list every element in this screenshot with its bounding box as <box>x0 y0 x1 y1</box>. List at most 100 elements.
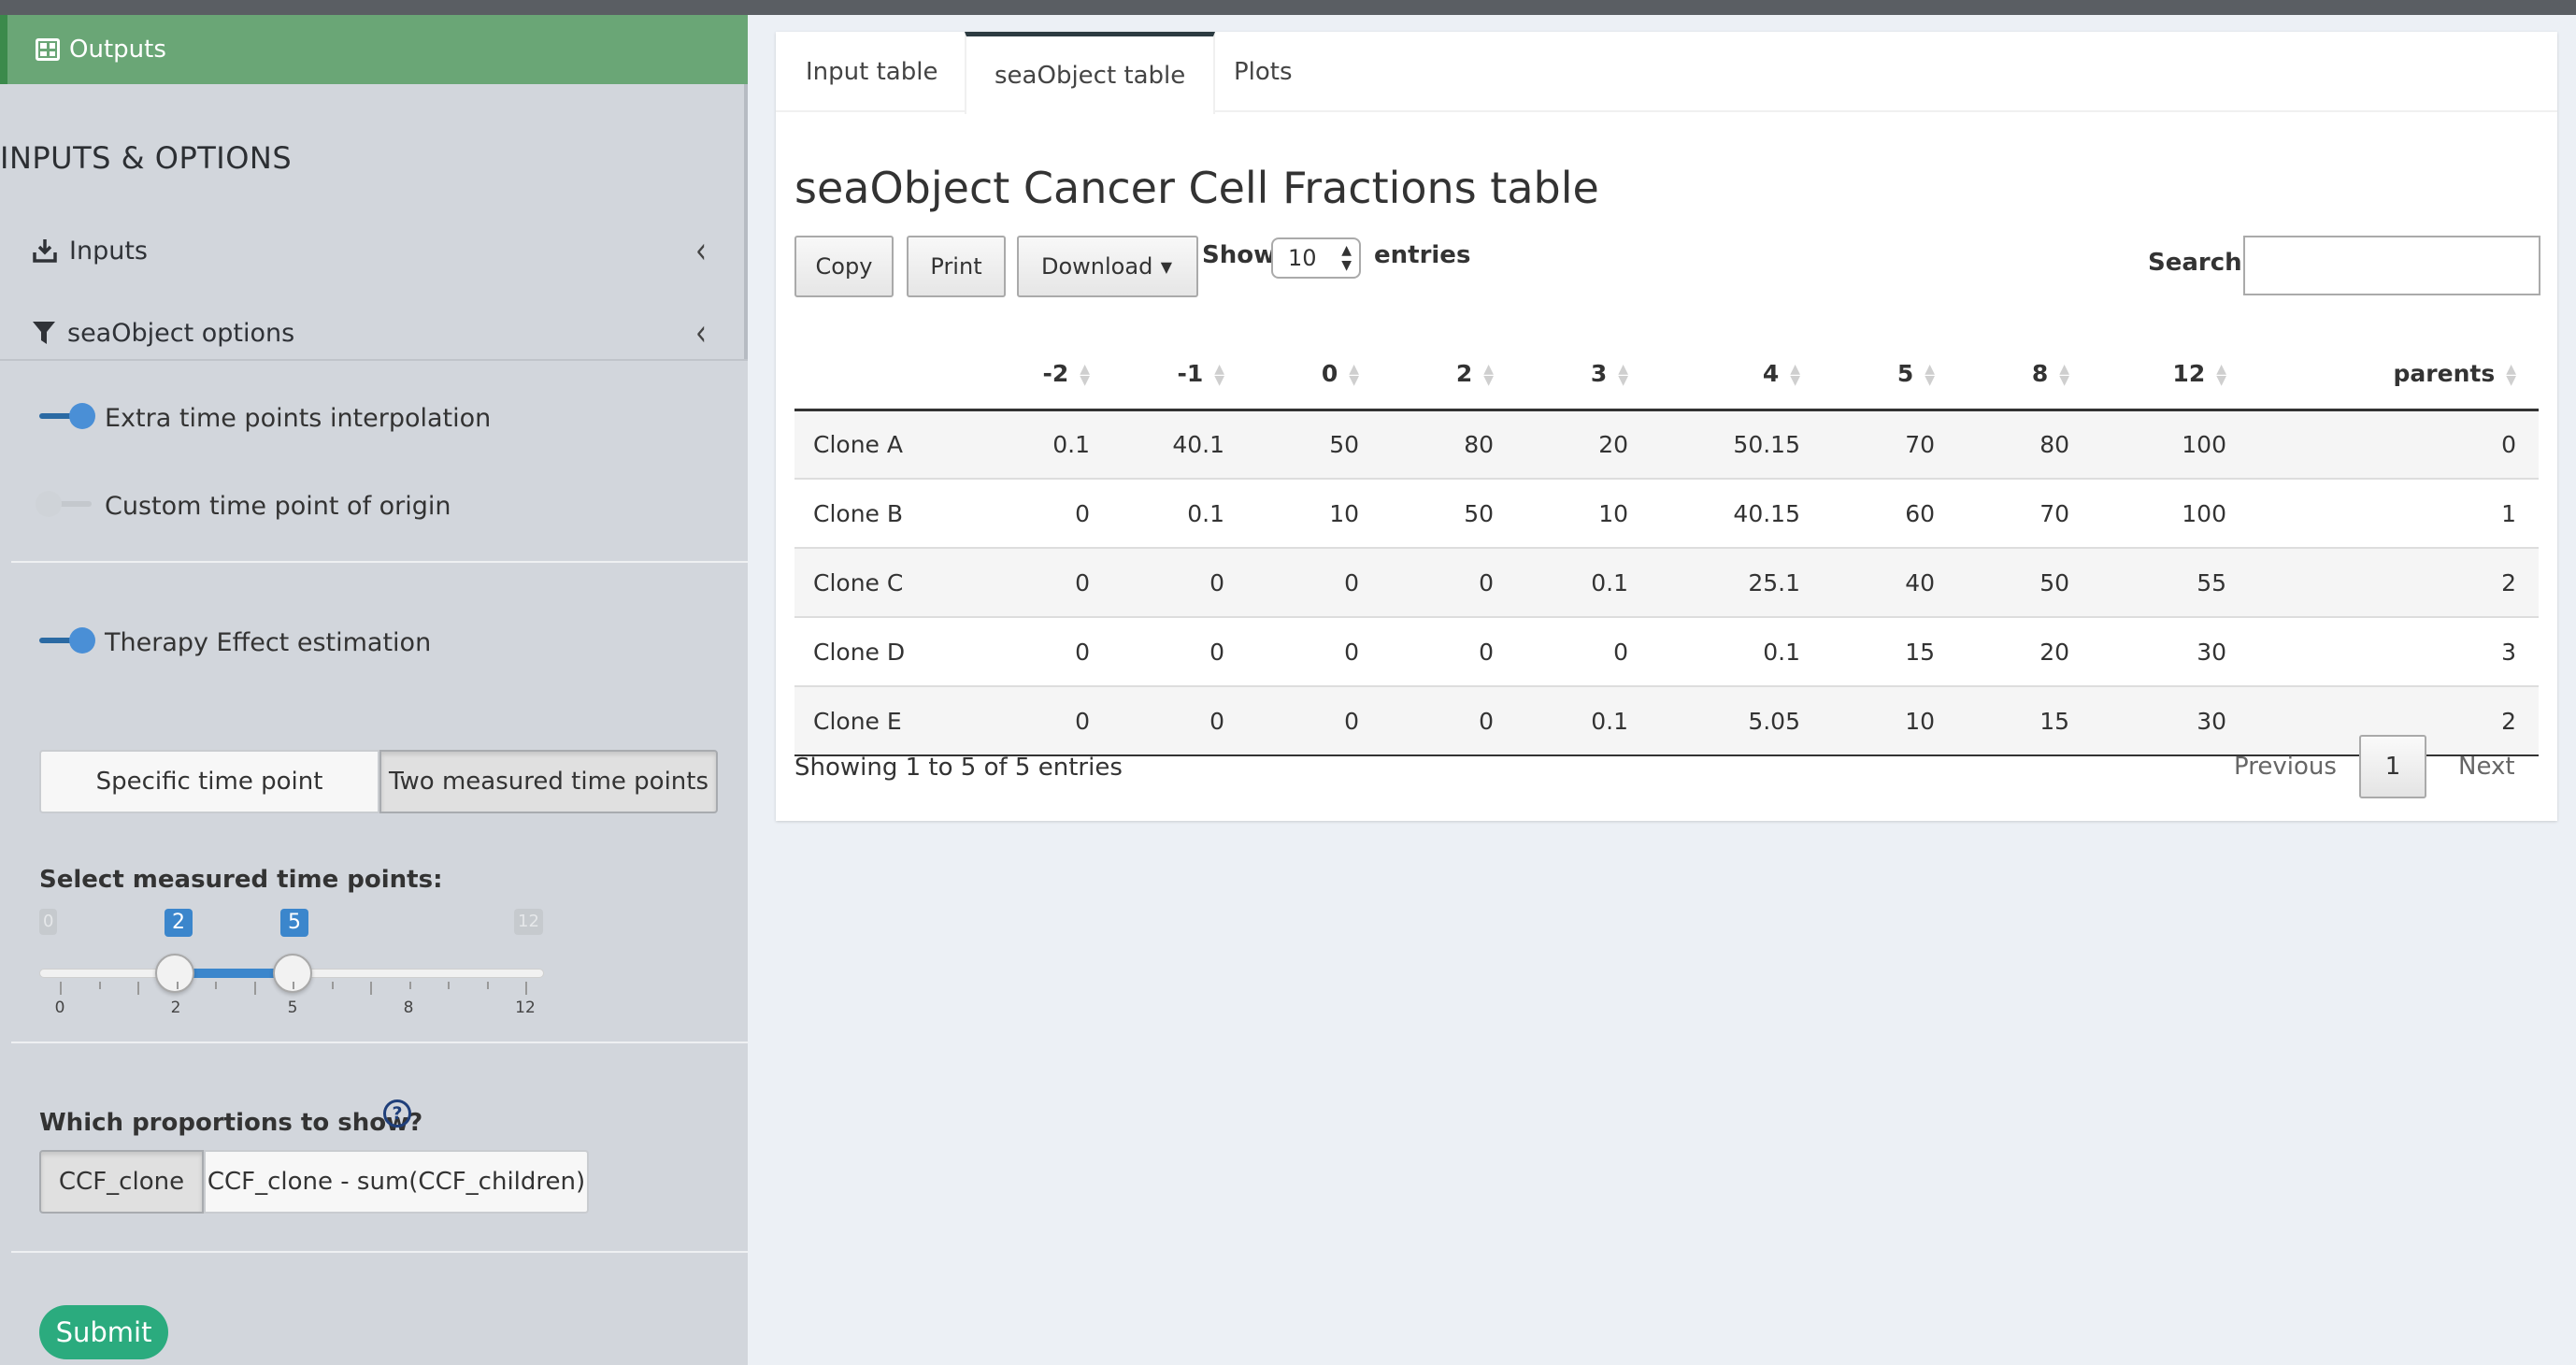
column-header[interactable]: 8 ▲ ▼ <box>1957 338 2092 411</box>
page-title: seaObject Cancer Cell Fractions table <box>794 163 1599 213</box>
column-header[interactable]: 3 ▲ ▼ <box>1516 338 1651 411</box>
table-cell: 0.1 <box>1651 617 1823 687</box>
download-icon <box>33 239 57 263</box>
extra-time-toggle[interactable] <box>39 403 95 429</box>
slider-tick <box>293 982 294 989</box>
toggle-knob <box>69 403 95 429</box>
table-cell: 50 <box>1381 479 1516 549</box>
time-points-slider[interactable]: 0 12 2 5 0 2 5 8 12 <box>39 884 553 1017</box>
table-cell: 0 <box>1112 548 1247 618</box>
table-cell: 20 <box>1516 410 1651 480</box>
table-cell: 30 <box>2092 686 2249 756</box>
table-cell: 15 <box>1823 617 1957 687</box>
toggle-knob <box>69 627 95 654</box>
specific-time-point-button[interactable]: Specific time point <box>39 750 379 813</box>
column-header[interactable]: -2 ▲ ▼ <box>944 338 1112 411</box>
column-header[interactable]: 5 ▲ ▼ <box>1823 338 1957 411</box>
slider-tick <box>137 982 139 995</box>
caret-down-icon: ▼ <box>1160 257 1172 276</box>
next-button[interactable]: Next <box>2458 735 2515 798</box>
column-header[interactable]: 2 ▲ ▼ <box>1381 338 1516 411</box>
therapy-toggle[interactable] <box>39 627 95 654</box>
chevron-left-icon: ‹ <box>695 311 707 354</box>
column-header[interactable]: 12 ▲ ▼ <box>2092 338 2249 411</box>
tab-seaobject-table[interactable]: seaObject table <box>965 32 1216 114</box>
row-name-cell: Clone E <box>794 686 944 756</box>
slider-from-handle[interactable] <box>155 954 194 993</box>
copy-button[interactable]: Copy <box>794 236 894 297</box>
slider-tick-label: 8 <box>403 999 414 1017</box>
slider-tick <box>98 982 101 989</box>
table-cell: 10 <box>1823 686 1957 756</box>
entries-select[interactable]: 10 ▲ ▼ <box>1271 237 1361 279</box>
search-input[interactable] <box>2243 236 2540 295</box>
print-button[interactable]: Print <box>907 236 1006 297</box>
custom-origin-label: Custom time point of origin <box>105 492 451 521</box>
submit-button[interactable]: Submit <box>39 1305 168 1359</box>
table-cell: 0.1 <box>1112 479 1247 549</box>
ccf-clone-button[interactable]: CCF_clone <box>39 1150 204 1214</box>
table-cell: 55 <box>2092 548 2249 618</box>
custom-origin-toggle[interactable] <box>36 491 92 517</box>
time-mode-group: Specific time point Two measured time po… <box>39 750 718 813</box>
table-cell: 3 <box>2249 617 2539 687</box>
table-row: Clone A 0.1 40.1 50 80 20 50.15 70 80 100 0 <box>794 410 2539 480</box>
sort-icon: ▲ ▼ <box>2059 361 2069 388</box>
sidebar-item-outputs[interactable]: Outputs <box>0 15 748 84</box>
table-cell: 0 <box>944 686 1112 756</box>
select-arrows-icon: ▲ ▼ <box>1341 243 1352 273</box>
table-cell: 0 <box>1112 686 1247 756</box>
column-header[interactable]: 0 ▲ ▼ <box>1247 338 1381 411</box>
ccf-children-button[interactable]: CCF_clone - sum(CCF_children) <box>204 1150 589 1214</box>
slider-max-label: 12 <box>514 909 543 935</box>
column-header <box>794 338 944 411</box>
sidebar-item-inputs[interactable]: Inputs ‹ <box>0 215 748 286</box>
table-cell: 20 <box>1957 617 2092 687</box>
table-cell: 50 <box>1957 548 2092 618</box>
table-cell: 5.05 <box>1651 686 1823 756</box>
table-cell: 0.1 <box>1516 548 1651 618</box>
sort-icon: ▲ ▼ <box>1349 361 1359 388</box>
table-cell: 40.15 <box>1651 479 1823 549</box>
two-time-points-button[interactable]: Two measured time points <box>379 750 718 813</box>
table-body: Clone A 0.1 40.1 50 80 20 50.15 70 80 100 0 Clone B… <box>794 410 2539 756</box>
sidebar-section-title: INPUTS & OPTIONS <box>0 140 293 176</box>
filter-icon <box>33 322 55 344</box>
row-name-cell: Clone B <box>794 479 944 549</box>
slider-tick-label: 0 <box>54 999 65 1017</box>
download-button[interactable]: Download ▼ <box>1017 236 1198 297</box>
table-cell: 1 <box>2249 479 2539 549</box>
sidebar-item-seaobject-options[interactable]: seaObject options ‹ <box>0 297 748 368</box>
table-cell: 50.15 <box>1651 410 1823 480</box>
tab-input-table[interactable]: Input table <box>806 32 937 112</box>
slider-tick <box>176 982 179 989</box>
column-header[interactable]: 4 ▲ ▼ <box>1651 338 1823 411</box>
row-name-cell: Clone D <box>794 617 944 687</box>
table-cell: 0 <box>1381 617 1516 687</box>
table-cell: 0 <box>944 548 1112 618</box>
sidebar: Outputs INPUTS & OPTIONS Inputs ‹ seaObj… <box>0 15 748 1365</box>
table-cell: 0 <box>944 617 1112 687</box>
help-icon[interactable]: ? <box>383 1099 411 1128</box>
entries-label: entries <box>1374 241 1471 269</box>
page-1-button[interactable]: 1 <box>2359 735 2426 798</box>
table-cell: 10 <box>1247 479 1381 549</box>
table-cell: 80 <box>1957 410 2092 480</box>
table-icon <box>36 38 60 61</box>
sidebar-item-label: Inputs <box>69 236 148 266</box>
sort-icon: ▲ ▼ <box>1483 361 1494 388</box>
divider <box>11 561 748 563</box>
previous-button[interactable]: Previous <box>2234 735 2337 798</box>
table-header-row: -2 ▲ ▼ -1 ▲ ▼ 0 ▲ ▼ 2 ▲ ▼ 3 ▲ ▼ 4 ▲ ▼ 5 ▲ ▼ 8 ▲ ▼ 12 ▲ ▼ p… <box>794 338 2539 411</box>
table-cell: 40 <box>1823 548 1957 618</box>
entries-select-value: 10 <box>1288 245 1317 271</box>
tab-plots[interactable]: Plots <box>1234 32 1293 112</box>
column-header[interactable]: -1 ▲ ▼ <box>1112 338 1247 411</box>
table-cell: 0 <box>1381 686 1516 756</box>
table-cell: 60 <box>1823 479 1957 549</box>
slider-tick <box>60 982 62 995</box>
table-cell: 0 <box>1516 617 1651 687</box>
table-cell: 80 <box>1381 410 1516 480</box>
column-header[interactable]: parents ▲ ▼ <box>2249 338 2539 411</box>
slider-tick-label: 12 <box>515 999 536 1017</box>
